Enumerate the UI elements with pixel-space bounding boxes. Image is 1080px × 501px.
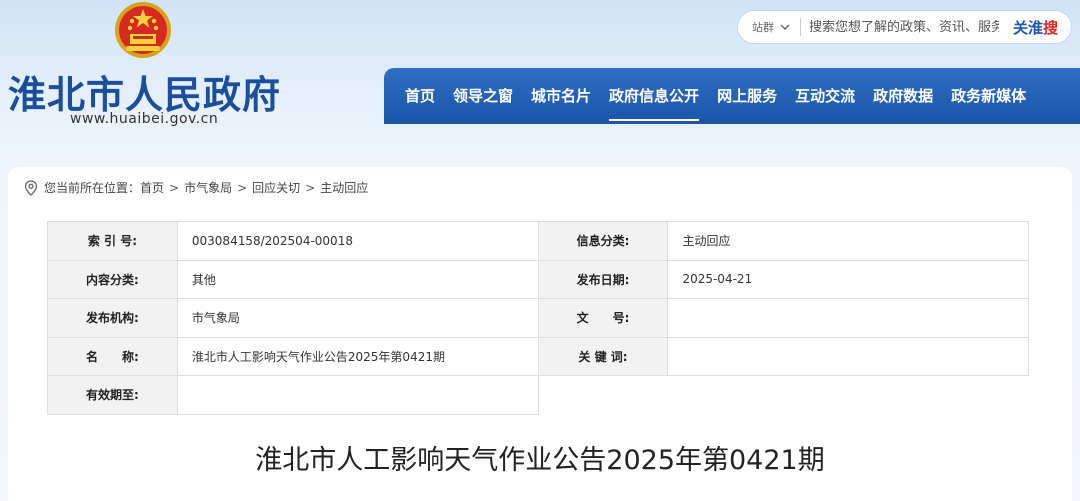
search-button[interactable]: 关淮搜: [1013, 17, 1058, 38]
index-label: 索 引 号:: [47, 221, 178, 261]
breadcrumb-home[interactable]: 首页: [140, 179, 164, 196]
doc-number-value: [667, 298, 1029, 338]
search-scope-select[interactable]: 站群: [752, 19, 774, 35]
doc-number-label: 文 号:: [537, 298, 669, 338]
breadcrumb-concerns[interactable]: 回应关切: [252, 179, 300, 196]
breadcrumb-prefix: 您当前所在位置：: [44, 181, 141, 195]
table-row: 发布机构: 市气象局 文 号:: [47, 298, 1029, 338]
nav-online-services[interactable]: 网上服务: [708, 68, 786, 124]
table-row: 索 引 号: 003084158/202504-00018 信息分类: 主动回应: [47, 221, 1029, 261]
content-category-label: 内容分类:: [47, 259, 178, 299]
nav-leaders[interactable]: 领导之窗: [444, 68, 522, 124]
table-row: 名 称: 淮北市人工影响天气作业公告2025年第0421期 关 键 词:: [47, 336, 1029, 376]
publish-date-label: 发布日期:: [537, 259, 669, 299]
nav-interaction[interactable]: 互动交流: [786, 68, 864, 124]
national-emblem-icon: [115, 2, 171, 58]
breadcrumb-active-response[interactable]: 主动回应: [320, 179, 368, 196]
table-row: 有效期至:: [47, 375, 1029, 415]
breadcrumb: 您当前所在位置： 首页 > 市气象局 > 回应关切 > 主动回应: [24, 179, 368, 196]
breadcrumb-weather-bureau[interactable]: 市气象局: [184, 179, 232, 196]
nav-gov-data[interactable]: 政府数据: [864, 68, 942, 124]
nav-new-media[interactable]: 政务新媒体: [942, 68, 1035, 124]
location-pin-icon: [24, 179, 38, 196]
valid-until-label: 有效期至:: [47, 375, 178, 415]
search-brand-text: 关淮: [1013, 18, 1044, 37]
search-brand-text-red: 搜: [1043, 18, 1059, 37]
breadcrumb-separator: >: [305, 180, 316, 195]
publish-date-value: 2025-04-21: [667, 259, 1029, 299]
chevron-down-icon[interactable]: [780, 22, 790, 32]
search-box: 站群 关淮搜: [737, 10, 1072, 44]
document-title: 淮北市人工影响天气作业公告2025年第0421期: [255, 445, 825, 476]
publisher-label: 发布机构:: [47, 298, 178, 338]
table-spacer: [538, 376, 1028, 415]
name-value: 淮北市人工影响天气作业公告2025年第0421期: [176, 336, 539, 376]
nav-home[interactable]: 首页: [396, 68, 444, 124]
index-value: 003084158/202504-00018: [176, 221, 539, 261]
table-row: 内容分类: 其他 发布日期: 2025-04-21: [47, 259, 1029, 299]
content-panel: 您当前所在位置： 首页 > 市气象局 > 回应关切 > 主动回应 索 引 号: …: [8, 167, 1072, 501]
search-divider: [800, 18, 801, 36]
site-url: www.huaibei.gov.cn: [70, 111, 219, 127]
nav-gov-info-public[interactable]: 政府信息公开: [600, 68, 708, 124]
publisher-value: 市气象局: [176, 298, 539, 338]
main-nav: 首页 领导之窗 城市名片 政府信息公开 网上服务 互动交流 政府数据 政务新媒体: [384, 68, 1080, 124]
nav-city-card[interactable]: 城市名片: [522, 68, 600, 124]
search-input[interactable]: [809, 19, 999, 35]
content-category-value: 其他: [176, 259, 539, 299]
valid-until-value: [176, 375, 539, 415]
breadcrumb-separator: >: [169, 180, 180, 195]
breadcrumb-separator: >: [237, 180, 248, 195]
keywords-value: [667, 336, 1029, 376]
keywords-label: 关 键 词:: [537, 336, 669, 376]
name-label: 名 称:: [47, 336, 178, 376]
category-label: 信息分类:: [537, 221, 669, 261]
document-meta-table: 索 引 号: 003084158/202504-00018 信息分类: 主动回应…: [47, 221, 1029, 415]
category-value: 主动回应: [667, 221, 1029, 261]
